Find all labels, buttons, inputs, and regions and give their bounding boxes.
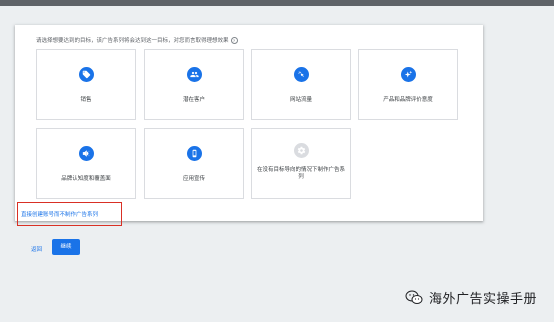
- people-icon: [187, 67, 202, 82]
- megaphone-icon: [79, 146, 94, 161]
- goal-tile-brand-consideration[interactable]: 产品和品牌评价意度: [358, 49, 458, 120]
- back-link[interactable]: 返回: [31, 245, 42, 253]
- help-icon[interactable]: ?: [230, 37, 238, 45]
- sparkle-icon: [401, 67, 416, 82]
- gear-icon: [294, 143, 309, 158]
- goal-tile-sales[interactable]: 销售: [36, 49, 136, 120]
- goal-tile-brand-awareness[interactable]: 品牌认知度和覆盖面: [36, 128, 136, 199]
- goal-tile-app-promotion[interactable]: 应用宣传: [144, 128, 244, 199]
- click-icon: [294, 67, 309, 82]
- goal-label: 销售: [80, 97, 92, 103]
- watermark: 海外广告实操手册: [405, 288, 537, 307]
- top-bar: [0, 0, 554, 6]
- tag-icon: [79, 67, 94, 82]
- goal-selection-card: 请选择想要达到的目标，该广告系列将会达到这一目标，对您而言取得理想效果? 销售 …: [15, 25, 483, 221]
- continue-button[interactable]: 继续: [52, 239, 80, 255]
- instruction-text: 请选择想要达到的目标，该广告系列将会达到这一目标，对您而言取得理想效果?: [36, 36, 238, 45]
- goal-tile-website-traffic[interactable]: 网站流量: [251, 49, 351, 120]
- goal-label: 应用宣传: [182, 176, 205, 182]
- goal-label: 潜在客户: [182, 97, 205, 103]
- goal-tile-no-goal[interactable]: 在没有目标导向的情况下制作广告系列: [251, 128, 351, 199]
- goal-label: 品牌认知度和覆盖面: [61, 176, 111, 182]
- instruction-label: 请选择想要达到的目标，该广告系列将会达到这一目标，对您而言取得理想效果: [36, 38, 229, 44]
- goal-label: 产品和品牌评价意度: [383, 97, 433, 103]
- watermark-text: 海外广告实操手册: [429, 291, 538, 306]
- goal-label: 在没有目标导向的情况下制作广告系列: [256, 167, 345, 180]
- no-goal-link[interactable]: 直接创建账号而不制作广告系列: [21, 210, 98, 218]
- goal-tile-leads[interactable]: 潜在客户: [144, 49, 244, 120]
- phone-icon: [187, 146, 202, 161]
- no-goal-link-highlight: 直接创建账号而不制作广告系列: [17, 202, 122, 226]
- wechat-icon: [405, 290, 423, 305]
- goal-label: 网站流量: [289, 97, 312, 103]
